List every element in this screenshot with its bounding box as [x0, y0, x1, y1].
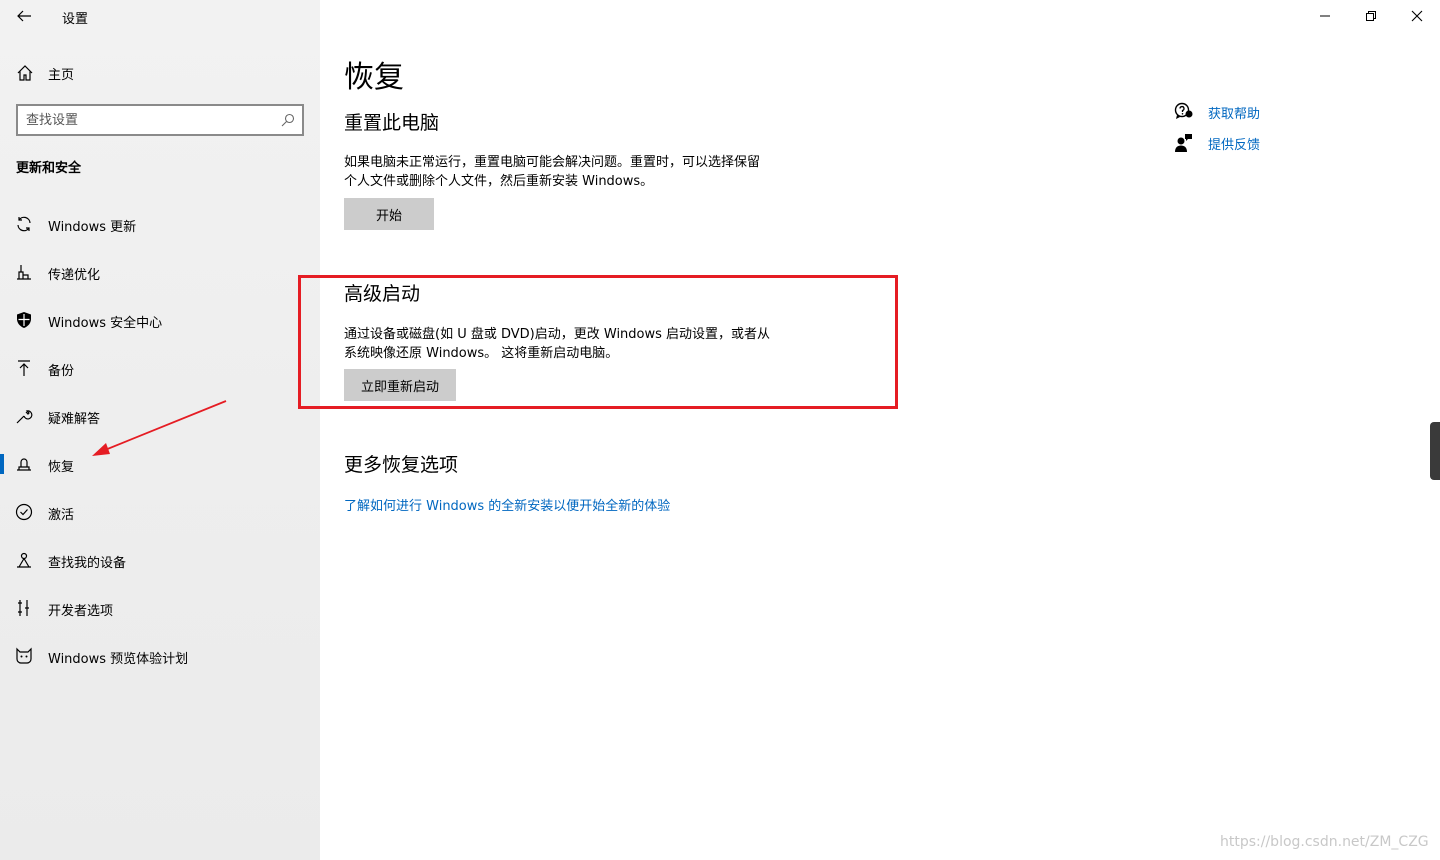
- sidebar-item-delivery-optimization[interactable]: 传递优化: [0, 248, 320, 296]
- minimize-button[interactable]: [1302, 0, 1348, 32]
- sidebar: 设置 主页 更新和安全 Windows 更新 传递优化: [0, 0, 320, 860]
- reset-pc-description: 如果电脑未正常运行，重置电脑可能会解决问题。重置时，可以选择保留 个人文件或删除…: [344, 153, 804, 191]
- help-chat-icon: [1174, 102, 1193, 119]
- advanced-startup-description: 通过设备或磁盘(如 U 盘或 DVD)启动，更改 Windows 启动设置，或者…: [344, 325, 804, 363]
- sidebar-item-troubleshoot[interactable]: 疑难解答: [0, 392, 320, 440]
- insider-cat-icon: [16, 647, 32, 664]
- help-links: 获取帮助 提供反馈: [1172, 100, 1372, 162]
- sidebar-item-recovery[interactable]: 恢复: [0, 440, 320, 488]
- search-input[interactable]: [26, 110, 276, 130]
- advanced-desc-line-1: 通过设备或磁盘(如 U 盘或 DVD)启动，更改 Windows 启动设置，或者…: [344, 327, 771, 342]
- minimize-icon: [1320, 15, 1330, 17]
- sidebar-item-label: Windows 安全中心: [48, 316, 163, 331]
- back-arrow-icon: [17, 10, 31, 22]
- developer-icon: [18, 600, 29, 616]
- sidebar-item-activation[interactable]: 激活: [0, 488, 320, 536]
- close-icon: [1411, 10, 1423, 22]
- main-content: 恢复 重置此电脑 如果电脑未正常运行，重置电脑可能会解决问题。重置时，可以选择保…: [320, 0, 1440, 860]
- get-help-link[interactable]: 获取帮助: [1208, 103, 1260, 122]
- sidebar-item-security-center[interactable]: Windows 安全中心: [0, 296, 320, 344]
- delivery-optimization-icon: [17, 265, 31, 280]
- wrench-icon: [16, 410, 33, 424]
- sidebar-item-windows-update[interactable]: Windows 更新: [0, 200, 320, 248]
- advanced-startup-title: 高级启动: [344, 283, 421, 305]
- recovery-icon: [17, 458, 31, 471]
- sidebar-nav: Windows 更新 传递优化 Windows 安全中心 备份 疑难解答 恢复 …: [0, 200, 320, 680]
- sidebar-item-label: 备份: [48, 364, 75, 379]
- sidebar-item-label: Windows 更新: [48, 220, 137, 235]
- scroll-indicator[interactable]: [1430, 422, 1440, 480]
- back-button[interactable]: [10, 4, 38, 28]
- clean-install-link[interactable]: 了解如何进行 Windows 的全新安装以便开始全新的体验: [344, 495, 670, 514]
- sidebar-item-home[interactable]: 主页: [0, 58, 320, 88]
- close-button[interactable]: [1394, 0, 1440, 32]
- reset-pc-title: 重置此电脑: [344, 112, 440, 134]
- maximize-button[interactable]: [1348, 0, 1394, 32]
- sidebar-item-label: 恢复: [48, 460, 75, 475]
- sidebar-item-find-my-device[interactable]: 查找我的设备: [0, 536, 320, 584]
- reset-desc-line-1: 如果电脑未正常运行，重置电脑可能会解决问题。重置时，可以选择保留: [344, 155, 761, 170]
- check-circle-icon: [15, 503, 33, 521]
- feedback-icon: [1175, 134, 1192, 152]
- sidebar-item-insider-program[interactable]: Windows 预览体验计划: [0, 632, 320, 680]
- find-device-icon: [17, 552, 31, 568]
- title-bar-left: 设置: [0, 0, 320, 32]
- sidebar-item-label: 激活: [48, 508, 75, 523]
- home-icon: [17, 65, 33, 81]
- backup-icon: [18, 360, 30, 376]
- get-help-item[interactable]: 获取帮助: [1172, 100, 1372, 131]
- sidebar-item-label: 疑难解答: [48, 412, 101, 427]
- search-box[interactable]: [16, 104, 304, 136]
- feedback-item[interactable]: 提供反馈: [1172, 131, 1372, 162]
- sidebar-item-backup[interactable]: 备份: [0, 344, 320, 392]
- search-icon[interactable]: [280, 112, 296, 128]
- reset-start-button[interactable]: 开始: [344, 198, 434, 230]
- sidebar-item-label: Windows 预览体验计划: [48, 652, 189, 667]
- sidebar-item-developer-options[interactable]: 开发者选项: [0, 584, 320, 632]
- more-recovery-title: 更多恢复选项: [344, 454, 459, 476]
- section-title: 更新和安全: [16, 161, 82, 176]
- sync-icon: [17, 216, 31, 232]
- advanced-desc-line-2: 系统映像还原 Windows。 这将重新启动电脑。: [344, 346, 619, 361]
- page-title: 恢复: [344, 60, 404, 95]
- reset-desc-line-2: 个人文件或删除个人文件，然后重新安装 Windows。: [344, 174, 654, 189]
- app-title: 设置: [62, 12, 89, 27]
- watermark: https://blog.csdn.net/ZM_CZG: [1220, 834, 1429, 850]
- sidebar-item-label: 查找我的设备: [48, 556, 127, 571]
- sidebar-item-label: 开发者选项: [48, 604, 114, 619]
- restart-now-button[interactable]: 立即重新启动: [344, 369, 456, 401]
- shield-icon: [17, 312, 31, 328]
- sidebar-item-label: 主页: [48, 68, 75, 83]
- restore-icon: [1366, 11, 1376, 21]
- sidebar-item-label: 传递优化: [48, 268, 101, 283]
- feedback-link[interactable]: 提供反馈: [1208, 134, 1260, 153]
